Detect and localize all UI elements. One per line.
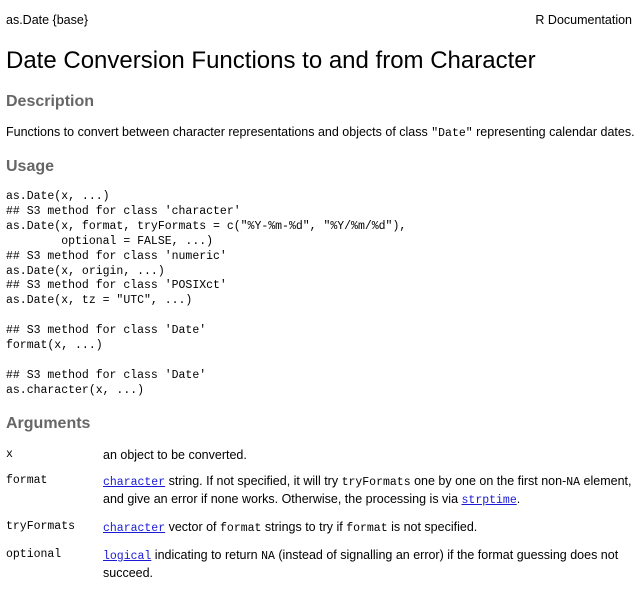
argument-desc: character string. If not specified, it w… bbox=[103, 473, 636, 509]
argument-row-optional: optional logical indicating to return NA… bbox=[6, 547, 636, 581]
argument-row-tryformats: tryFormats character vector of format st… bbox=[6, 519, 636, 537]
strptime-link[interactable]: strptime bbox=[462, 494, 517, 507]
argument-name: tryFormats bbox=[6, 519, 76, 533]
argument-name: format bbox=[6, 473, 48, 487]
argument-text: strings to try if bbox=[261, 519, 347, 534]
topic-package-label: as.Date {base} bbox=[6, 13, 89, 27]
argument-code: tryFormats bbox=[341, 475, 411, 489]
arguments-heading: Arguments bbox=[6, 414, 91, 432]
argument-code: format bbox=[346, 521, 388, 535]
argument-code: format bbox=[220, 521, 262, 535]
page-title: Date Conversion Functions to and from Ch… bbox=[6, 47, 536, 74]
usage-code-block: as.Date(x, ...) ## S3 method for class '… bbox=[6, 190, 407, 397]
character-link[interactable]: character bbox=[103, 476, 165, 489]
argument-code: NA bbox=[261, 549, 275, 563]
argument-desc: character vector of format strings to tr… bbox=[103, 519, 636, 537]
usage-heading: Usage bbox=[6, 158, 55, 175]
argument-text: is not specified. bbox=[387, 519, 478, 534]
character-link[interactable]: character bbox=[103, 522, 165, 535]
argument-name: optional bbox=[6, 547, 62, 561]
argument-text: indicating to return bbox=[151, 547, 262, 562]
description-heading: Description bbox=[6, 93, 95, 110]
argument-desc: an object to be converted. bbox=[103, 447, 247, 462]
description-code: "Date" bbox=[431, 127, 473, 140]
logical-link[interactable]: logical bbox=[103, 550, 151, 563]
argument-desc: logical indicating to return NA (instead… bbox=[103, 547, 636, 581]
argument-text: vector of bbox=[165, 519, 221, 534]
help-header: as.Date {base} R Documentation bbox=[6, 12, 638, 28]
argument-text: one by one on the first non- bbox=[410, 473, 567, 488]
argument-row-x: x an object to be converted. bbox=[6, 447, 636, 463]
argument-text: string. If not specified, it will try bbox=[165, 473, 342, 488]
description-text-part: Functions to convert between character r… bbox=[6, 125, 432, 139]
r-documentation-label: R Documentation bbox=[535, 13, 632, 27]
description-text-part: representing calendar dates. bbox=[472, 125, 635, 139]
argument-text: . bbox=[516, 491, 521, 506]
help-page: as.Date {base} R Documentation Date Conv… bbox=[0, 12, 644, 581]
argument-row-format: format character string. If not specifie… bbox=[6, 473, 636, 509]
argument-code: NA bbox=[566, 475, 581, 489]
description-text: Functions to convert between character r… bbox=[6, 124, 638, 142]
argument-name: x bbox=[6, 447, 13, 461]
arguments-table: x an object to be converted. format char… bbox=[6, 447, 636, 581]
